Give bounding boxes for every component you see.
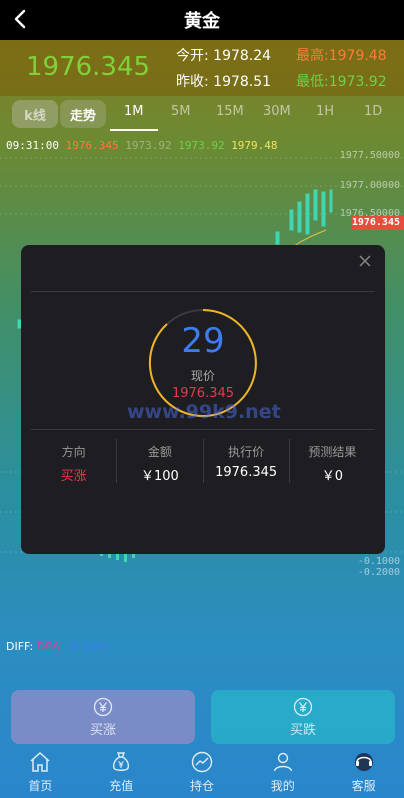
order-modal: 29 现价 1976.345 www.99k9.net 方向 买涨 金额 ￥10… — [21, 245, 385, 554]
tab-30m[interactable]: 30M — [263, 104, 291, 119]
quote-bar: 1976.345 今开: 1978.24 最高:1979.48 昨收: 1978… — [0, 40, 404, 96]
result-label: 预测结果 — [308, 445, 357, 459]
buy-down-button[interactable]: 买跌 — [211, 690, 395, 744]
nav-label-home: 首页 — [28, 779, 53, 793]
chart-icon — [191, 751, 213, 773]
result-value: ￥0 — [321, 469, 344, 484]
y-label-1: 1977.50000 — [339, 150, 400, 161]
nav-item-home[interactable]: 首页 — [0, 748, 81, 798]
y-label-2: 1977.00000 — [339, 180, 400, 191]
macd-label-2: -0.2000 — [357, 567, 400, 578]
bottom-nav: 首页 充值 持仓 我的 客服 — [0, 748, 404, 798]
back-arrow-icon[interactable] — [10, 8, 32, 30]
nav-item-positions[interactable]: 持仓 — [162, 748, 243, 798]
close-icon[interactable] — [357, 253, 373, 269]
tab-1m[interactable]: 1M — [124, 104, 144, 119]
nav-label-recharge: 充值 — [109, 779, 134, 793]
page-title: 黄金 — [184, 11, 220, 32]
nav-label-positions: 持仓 — [189, 779, 214, 793]
buy-up-button[interactable]: 买涨 — [11, 690, 195, 744]
nav-item-mine[interactable]: 我的 — [242, 748, 323, 798]
order-summary: 方向 买涨 金额 ￥100 执行价 1976.345 预测结果 ￥0 — [31, 439, 375, 484]
low-label: 最低: — [296, 74, 329, 90]
yen-coin-icon — [293, 697, 313, 716]
watermark: www.99k9.net — [127, 401, 281, 423]
modal-current-price: 1976.345 — [171, 386, 235, 401]
result-column: 预测结果 ￥0 — [288, 439, 375, 484]
home-icon — [30, 751, 50, 772]
high-stat: 最高:1979.48 — [296, 45, 387, 65]
prev-close-stat: 昨收: 1978.51 — [176, 71, 271, 91]
money-bag-icon — [113, 752, 130, 771]
period-tabs: k线 走势 1M 5M 15M 30M 1H 1D — [0, 96, 404, 132]
modal-divider-2 — [31, 429, 375, 430]
direction-value: 买涨 — [60, 469, 87, 484]
macd-label-1: -0.1000 — [357, 556, 400, 567]
user-icon — [273, 752, 292, 772]
low-stat: 最低:1973.92 — [296, 71, 387, 91]
diff-value: -0.1040 — [66, 640, 110, 653]
modal-divider — [31, 291, 375, 292]
nav-item-recharge[interactable]: 充值 — [81, 748, 162, 798]
dea-label: DEA: — [36, 640, 64, 653]
trend-tab[interactable]: 走势 — [60, 100, 106, 128]
open-label: 今开: — [176, 48, 209, 64]
nav-item-support[interactable]: 客服 — [323, 748, 404, 798]
prev-close-label: 昨收: — [176, 74, 209, 90]
tab-5m[interactable]: 5M — [171, 104, 191, 119]
amount-value: ￥100 — [140, 469, 179, 484]
high-value: 1979.48 — [328, 48, 387, 64]
buy-up-label: 买涨 — [89, 722, 116, 738]
tab-1h[interactable]: 1H — [316, 104, 334, 119]
current-price-label: 现价 — [190, 369, 215, 383]
amount-label: 金额 — [147, 445, 172, 459]
diff-indicator: DIFF: DEA: -0.1040 — [6, 640, 109, 653]
high-label: 最高: — [296, 48, 329, 64]
current-price: 1976.345 — [26, 52, 151, 82]
direction-label: 方向 — [61, 445, 86, 459]
kline-tab[interactable]: k线 — [12, 100, 58, 128]
execution-price-value: 1976.345 — [215, 465, 278, 480]
support-icon — [354, 753, 373, 771]
execution-price-column: 执行价 1976.345 — [202, 439, 289, 483]
amount-column: 金额 ￥100 — [116, 439, 202, 484]
prev-close-value: 1978.51 — [213, 74, 272, 90]
diff-label: DIFF: — [6, 640, 34, 653]
buy-down-label: 买跌 — [289, 722, 316, 738]
countdown-number: 29 — [181, 321, 225, 361]
tab-1d[interactable]: 1D — [364, 104, 382, 119]
nav-label-support: 客服 — [351, 779, 376, 793]
open-value: 1978.24 — [213, 48, 272, 64]
low-value: 1973.92 — [328, 74, 387, 90]
nav-label-mine: 我的 — [270, 779, 295, 793]
direction-column: 方向 买涨 — [31, 439, 116, 484]
active-tab-underline — [110, 129, 158, 131]
y-current-label: 1976.345 — [351, 217, 400, 228]
open-stat: 今开: 1978.24 — [176, 45, 271, 65]
yen-coin-icon — [93, 697, 113, 716]
execution-price-label: 执行价 — [228, 445, 265, 459]
tab-15m[interactable]: 15M — [216, 104, 244, 119]
top-bar: 黄金 — [0, 0, 404, 40]
